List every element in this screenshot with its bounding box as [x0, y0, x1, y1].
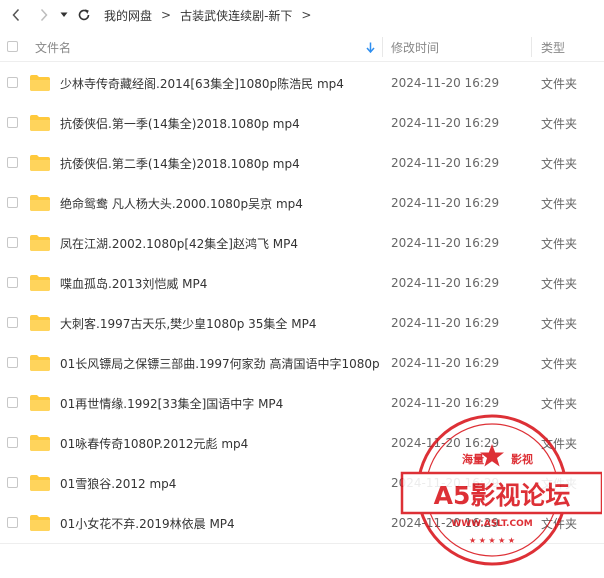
file-name[interactable]: 01雪狼谷.2012 mp4 [60, 463, 176, 503]
column-header-name[interactable]: 文件名 [35, 33, 71, 61]
file-type: 文件夹 [541, 116, 578, 131]
file-name[interactable]: 绝命鸳鸯 凡人杨大头.2000.1080p吴京 mp4 [60, 183, 303, 223]
file-name[interactable]: 01咏春传奇1080P.2012元彪 mp4 [60, 423, 248, 463]
file-name[interactable]: 喋血孤岛.2013刘恺威 MP4 [60, 263, 207, 303]
folder-icon [30, 235, 50, 251]
row-checkbox[interactable] [7, 77, 18, 88]
forward-button[interactable] [34, 5, 54, 25]
select-all-checkbox[interactable] [7, 41, 18, 52]
breadcrumb-separator: > [161, 8, 172, 22]
file-modified-time: 2024-11-20 16:29 [391, 196, 500, 210]
chevron-right-icon [40, 8, 48, 22]
file-modified-time: 2024-11-20 16:29 [391, 236, 500, 250]
refresh-button[interactable] [74, 5, 94, 25]
folder-icon [30, 395, 50, 411]
breadcrumb-separator: > [301, 8, 312, 22]
file-name[interactable]: 少林寺传奇藏经阁.2014[63集全]1080p陈浩民 mp4 [60, 63, 344, 103]
file-modified-time: 2024-11-20 16:29 [391, 116, 500, 130]
chevron-left-icon [12, 8, 20, 22]
column-divider[interactable] [382, 37, 383, 57]
file-name[interactable]: 抗倭侠侣.第一季(14集全)2018.1080p mp4 [60, 103, 300, 143]
file-type: 文件夹 [541, 356, 578, 371]
file-row[interactable]: 抗倭侠侣.第一季(14集全)2018.1080p mp4 2024-11-20 1… [0, 103, 604, 143]
file-row[interactable]: 绝命鸳鸯 凡人杨大头.2000.1080p吴京 mp4 2024-11-20 16… [0, 183, 604, 223]
row-checkbox[interactable] [7, 357, 18, 368]
row-checkbox[interactable] [7, 197, 18, 208]
file-type: 文件夹 [541, 156, 578, 171]
breadcrumb-home[interactable]: 我的网盘 [104, 7, 152, 24]
file-type: 文件夹 [541, 316, 578, 331]
folder-icon [30, 435, 50, 451]
caret-down-icon [60, 12, 68, 17]
folder-icon [30, 315, 50, 331]
file-modified-time: 2024-11-20 16:29 [391, 156, 500, 170]
folder-icon [30, 155, 50, 171]
file-row[interactable]: 抗倭侠侣.第二季(14集全)2018.1080p mp4 2024-11-20 1… [0, 143, 604, 183]
sort-arrow-button[interactable] [366, 33, 375, 61]
navigation-toolbar: 我的网盘 > 古装武侠连续剧-新下 > [0, 0, 604, 30]
file-row[interactable]: 大刺客.1997古天乐,樊少皇1080p 35集全 MP4 2024-11-20 … [0, 303, 604, 343]
row-checkbox[interactable] [7, 397, 18, 408]
history-dropdown-button[interactable] [58, 5, 70, 25]
file-modified-time: 2024-11-20 16:29 [391, 316, 500, 330]
row-checkbox[interactable] [7, 317, 18, 328]
folder-icon [30, 115, 50, 131]
file-row[interactable]: 01长风镖局之保镖三部曲.1997何家劲 高清国语中字1080p 2024-11-… [0, 343, 604, 383]
row-checkbox[interactable] [7, 517, 18, 528]
row-checkbox[interactable] [7, 477, 18, 488]
column-header-name-label: 文件名 [35, 40, 72, 55]
file-name[interactable]: 抗倭侠侣.第二季(14集全)2018.1080p mp4 [60, 143, 300, 183]
back-button[interactable] [6, 5, 26, 25]
folder-icon [30, 475, 50, 491]
file-modified-time: 2024-11-20 16:29 [391, 76, 500, 90]
file-name[interactable]: 01长风镖局之保镖三部曲.1997何家劲 高清国语中字1080p [60, 343, 380, 383]
row-checkbox[interactable] [7, 157, 18, 168]
file-list-header: 文件名 修改时间 类型 [0, 33, 604, 62]
file-type: 文件夹 [541, 196, 578, 211]
sort-down-arrow-icon [366, 42, 375, 53]
column-divider[interactable] [531, 37, 532, 57]
seal-title: A5影视论坛 [434, 481, 571, 510]
row-checkbox[interactable] [7, 117, 18, 128]
file-name[interactable]: 01小女花不弃.2019林依晨 MP4 [60, 503, 235, 543]
file-modified-time: 2024-11-20 16:29 [391, 356, 500, 370]
file-name[interactable]: 凤在江湖.2002.1080p[42集全]赵鸿飞 MP4 [60, 223, 298, 263]
seal-url: WWW.A5LT.COM [451, 519, 532, 529]
folder-icon [30, 355, 50, 371]
file-modified-time: 2024-11-20 16:29 [391, 276, 500, 290]
row-checkbox[interactable] [7, 437, 18, 448]
column-header-modified[interactable]: 修改时间 [391, 33, 439, 61]
file-type: 文件夹 [541, 76, 578, 91]
file-row[interactable]: 凤在江湖.2002.1080p[42集全]赵鸿飞 MP4 2024-11-20 1… [0, 223, 604, 263]
row-checkbox[interactable] [7, 277, 18, 288]
breadcrumb-current-folder[interactable]: 古装武侠连续剧-新下 [180, 7, 292, 24]
seal-bottom-stars: ★ ★ ★ ★ ★ [469, 536, 515, 545]
file-type: 文件夹 [541, 236, 578, 251]
column-header-type[interactable]: 类型 [541, 33, 565, 61]
folder-icon [30, 515, 50, 531]
seal-top-text-left: 海量 [462, 452, 484, 466]
file-row[interactable]: 少林寺传奇藏经阁.2014[63集全]1080p陈浩民 mp4 2024-11-2… [0, 63, 604, 103]
column-header-type-label: 类型 [541, 40, 566, 55]
folder-icon [30, 275, 50, 291]
file-name[interactable]: 01再世情缘.1992[33集全]国语中字 MP4 [60, 383, 283, 423]
column-header-modified-label: 修改时间 [391, 40, 440, 55]
file-type: 文件夹 [541, 276, 578, 291]
forum-watermark-seal: 海量 影视 A5影视论坛 WWW.A5LT.COM ★ ★ ★ ★ ★ [400, 414, 602, 566]
file-row[interactable]: 喋血孤岛.2013刘恺威 MP4 2024-11-20 16:29 文件夹 [0, 263, 604, 303]
folder-icon [30, 75, 50, 91]
row-checkbox[interactable] [7, 237, 18, 248]
refresh-icon [78, 9, 90, 21]
seal-top-text-right: 影视 [511, 452, 533, 466]
folder-icon [30, 195, 50, 211]
file-name[interactable]: 大刺客.1997古天乐,樊少皇1080p 35集全 MP4 [60, 303, 316, 343]
